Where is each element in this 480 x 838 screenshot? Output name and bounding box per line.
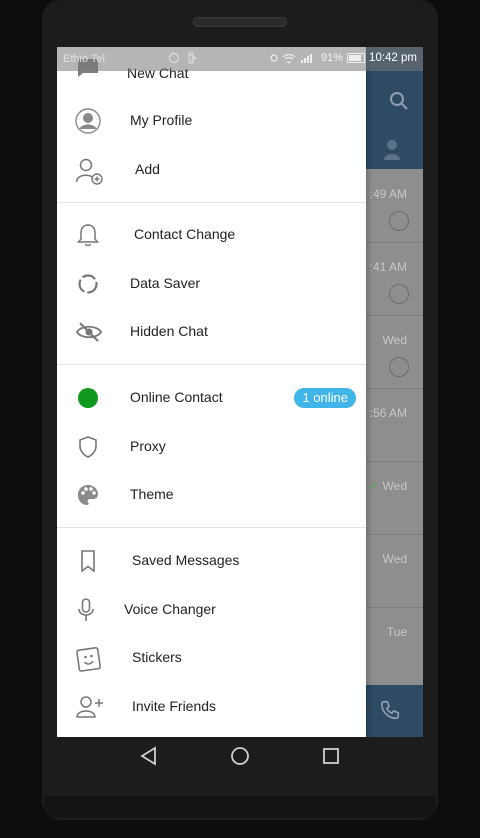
profile-avatar-icon [75,108,101,134]
sticker-icon [75,645,101,672]
chat-time: Wed [382,333,407,347]
clock: 10:42 pm [369,52,417,64]
shield-icon [75,434,101,460]
signal-wifi-icon [270,53,313,64]
data-saver-label: Data Saver [130,275,201,291]
menu-item-online-contact[interactable]: Online Contact 1 online [57,374,366,422]
phone-bottom-edge [44,796,436,818]
screen: :49 AM :41 AM Wed :56 AM ✓✓ Wed Wed Tue [57,47,423,737]
online-status-icon [75,385,101,411]
my-profile-label: My Profile [130,112,193,128]
online-count-badge: 1 online [294,388,356,408]
invite-friend-icon [75,694,103,720]
pin-icon [389,357,409,377]
system-navigation-bar [57,737,423,777]
section-divider [57,527,366,528]
phone-icon[interactable] [379,699,401,725]
search-icon[interactable] [389,91,409,115]
contact-change-label: Contact Change [134,226,236,242]
saved-messages-label: Saved Messages [132,552,240,568]
menu-item-proxy[interactable]: Proxy [57,423,366,471]
add-user-icon [75,157,103,185]
theme-label: Theme [130,486,174,502]
hidden-chat-label: Hidden Chat [130,323,208,339]
menu-item-add[interactable]: Add [57,146,366,194]
back-icon[interactable] [139,746,159,770]
recents-icon[interactable] [321,746,341,770]
voice-changer-label: Voice Changer [124,601,216,617]
phone-speaker [193,17,287,27]
battery-icon [347,53,366,63]
status-right: 91% 10:42 pm [269,52,417,64]
status-bar: Ethio Tel 91% 10:42 pm [57,47,423,71]
pin-icon [389,284,409,304]
menu-item-theme[interactable]: Theme [57,471,366,519]
chat-time: Tue [386,625,407,639]
menu-item-saved-messages[interactable]: Saved Messages [57,537,366,585]
eye-off-icon [75,319,103,345]
section-divider [57,202,366,203]
proxy-label: Proxy [130,438,166,454]
bookmark-icon [75,548,101,574]
chat-time: :56 AM [369,406,407,420]
chat-time: :41 AM [369,260,407,274]
stickers-label: Stickers [132,649,182,665]
add-label: Add [135,161,160,177]
contacts-tab-icon[interactable] [383,139,401,165]
menu-item-my-profile[interactable]: My Profile [57,97,366,145]
menu-item-contact-change[interactable]: Contact Change [57,211,366,259]
navigation-drawer: New Chat My Profile Add Contact Change D… [57,47,366,737]
pin-icon [389,211,409,231]
menu-item-stickers[interactable]: Stickers [57,634,366,682]
menu-item-voice-changer[interactable]: Voice Changer [57,586,366,634]
menu-item-invite-friends[interactable]: Invite Friends [57,683,366,731]
chat-time: Wed [382,479,407,493]
home-icon[interactable] [230,746,250,770]
menu-item-data-saver[interactable]: Data Saver [57,260,366,308]
chat-time: Wed [382,552,407,566]
invite-friends-label: Invite Friends [132,698,217,714]
section-divider [57,364,366,365]
bell-icon [75,222,101,248]
online-contact-label: Online Contact [130,389,223,405]
notification-icons [168,52,199,67]
chat-time: :49 AM [369,187,407,201]
palette-icon [75,482,101,508]
menu-item-hidden-chat[interactable]: Hidden Chat [57,308,366,356]
data-saver-icon [75,271,101,297]
microphone-icon [73,597,99,623]
battery-percent: 91% [321,52,344,64]
carrier-label: Ethio Tel [63,53,105,65]
